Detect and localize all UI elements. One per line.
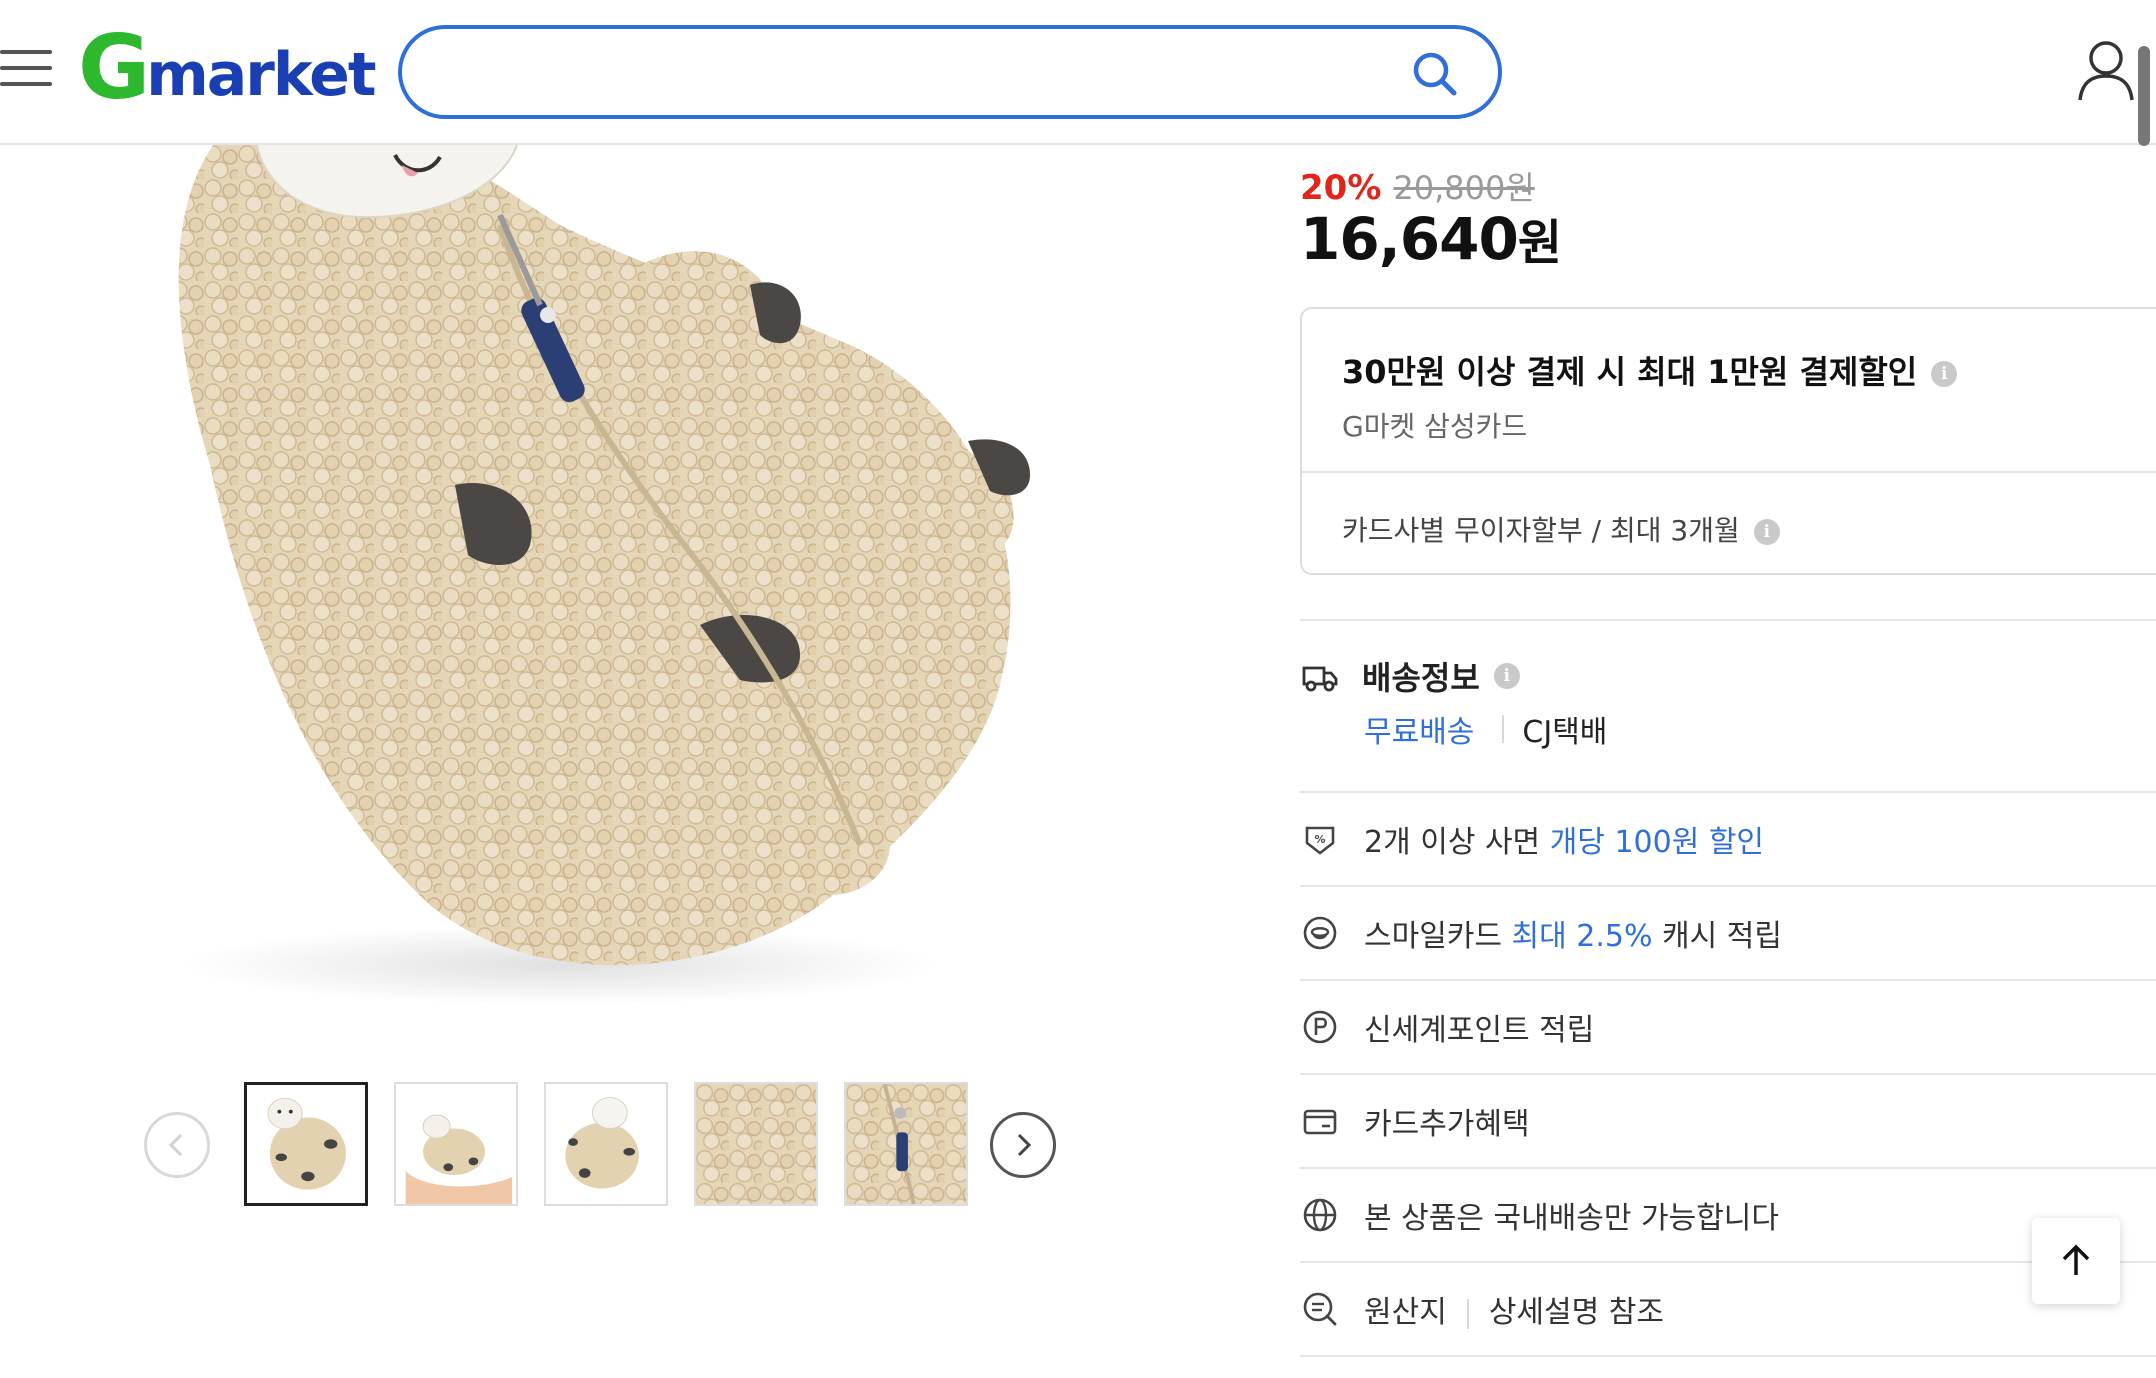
smile-card-row[interactable]: 스마일카드 최대 2.5% 캐시 적립 — [1300, 887, 2156, 979]
thumbnail-sheep-side — [546, 1084, 666, 1204]
shinsegae-point-text: 신세계포인트 적립 — [1364, 1013, 1595, 1048]
origin-search-icon — [1300, 1289, 1340, 1329]
promo-title-text: 30만원 이상 결제 시 최대 1만원 결제할인 — [1342, 353, 1918, 391]
sale-price-number: 16,640 — [1300, 205, 1519, 273]
search-icon[interactable] — [1410, 49, 1460, 99]
thumbnail-fleece-texture — [696, 1084, 816, 1204]
divider — [1300, 619, 2156, 621]
chevron-left-icon — [168, 1133, 183, 1157]
thumbnail-3[interactable] — [544, 1082, 668, 1206]
sale-price-unit: 원 — [1517, 215, 1562, 271]
info-icon[interactable]: i — [1931, 361, 1958, 387]
installment-text: 카드사별 무이자할부 / 최대 3개월 — [1342, 514, 1740, 547]
chevron-right-icon — [1017, 1133, 1032, 1157]
gmarket-logo[interactable]: G market — [78, 16, 377, 119]
multi-buy-text: 2개 이상 사면 개당 100원 할인 — [1364, 817, 1764, 861]
smile-suffix: 캐시 적립 — [1652, 919, 1782, 954]
shipping-title: 배송정보 — [1362, 659, 1480, 697]
thumbnail-carousel — [144, 1080, 1060, 1208]
promo-divider — [1302, 471, 2156, 473]
info-icon[interactable]: i — [1753, 519, 1780, 545]
separator — [1466, 1298, 1469, 1329]
card-extra-benefit-text: 카드추가혜택 — [1364, 1107, 1530, 1142]
shinsegae-point-row[interactable]: 신세계포인트 적립 — [1300, 981, 2156, 1073]
thumbnail-2[interactable] — [394, 1082, 518, 1206]
thumbnail-next-button[interactable] — [990, 1112, 1056, 1178]
divider — [1300, 1355, 2156, 1357]
page-scrollbar[interactable] — [2138, 46, 2150, 146]
origin-text: 원산지 상세설명 참조 — [1364, 1287, 1664, 1331]
thumbnail-sheep-front — [247, 1085, 365, 1203]
origin-label: 원산지 — [1364, 1295, 1447, 1330]
sheep-plush-illustration — [178, 145, 1030, 1005]
thumbnail-1[interactable] — [244, 1082, 368, 1206]
globe-icon — [1300, 1195, 1340, 1235]
card-extra-benefit-row[interactable]: 카드추가혜택 — [1300, 1075, 2156, 1167]
top-header: G market — [0, 0, 2156, 146]
sale-price: 16,640원 — [1300, 203, 1562, 273]
thumbnail-5[interactable] — [844, 1082, 968, 1206]
free-shipping-link[interactable]: 무료배송 — [1364, 707, 1474, 751]
promo-card-name: G마켓 삼성카드 — [1342, 410, 1528, 443]
smile-prefix: 스마일카드 — [1364, 919, 1512, 954]
smile-highlight: 최대 2.5% — [1511, 919, 1653, 954]
truck-icon — [1302, 666, 1338, 692]
thumbnail-sheep-in-hands — [396, 1084, 516, 1204]
multi-buy-discount-row[interactable]: % 2개 이상 사면 개당 100원 할인 — [1300, 793, 2156, 885]
shipping-header: 배송정보 i — [1300, 653, 1520, 699]
user-icon[interactable] — [2076, 38, 2136, 104]
domestic-shipping-row: 본 상품은 국내배송만 가능합니다 — [1300, 1169, 2156, 1261]
product-page: G market 20% 20,800원 16,640원 30만원 이상 결제 … — [0, 0, 2156, 1378]
multi-buy-prefix: 2개 이상 사면 — [1364, 825, 1550, 860]
menu-icon[interactable] — [0, 50, 52, 90]
separator — [1502, 715, 1505, 743]
thumbnail-prev-button[interactable] — [144, 1112, 210, 1178]
origin-value: 상세설명 참조 — [1488, 1295, 1664, 1330]
smile-card-icon — [1300, 913, 1340, 953]
shipping-detail: 무료배송 CJ택배 — [1364, 707, 1607, 751]
origin-row: 원산지 상세설명 참조 — [1300, 1263, 2156, 1355]
point-p-icon — [1300, 1007, 1340, 1047]
product-main-image[interactable] — [0, 145, 1250, 1045]
search-bar[interactable] — [398, 25, 1502, 119]
installment-info: 카드사별 무이자할부 / 최대 3개월 i — [1342, 509, 1780, 549]
card-icon — [1300, 1101, 1340, 1141]
discount-tag-icon: % — [1300, 819, 1340, 859]
multi-buy-highlight: 개당 100원 할인 — [1549, 825, 1765, 860]
info-icon[interactable]: i — [1493, 663, 1520, 689]
arrow-up-icon — [2062, 1244, 2090, 1275]
domestic-shipping-text: 본 상품은 국내배송만 가능합니다 — [1364, 1201, 1780, 1236]
smile-card-text: 스마일카드 최대 2.5% 캐시 적립 — [1364, 911, 1782, 955]
discount-rate: 20% — [1300, 168, 1382, 208]
courier-name: CJ택배 — [1522, 715, 1608, 750]
promo-title: 30만원 이상 결제 시 최대 1만원 결제할인 i — [1342, 347, 1958, 393]
product-info-panel: 20% 20,800원 16,640원 30만원 이상 결제 시 최대 1만원 … — [1300, 145, 2156, 1378]
scroll-top-button[interactable] — [2032, 1218, 2120, 1304]
search-input[interactable] — [438, 47, 1398, 97]
thumbnail-4[interactable] — [694, 1082, 818, 1206]
card-promo-box[interactable]: 30만원 이상 결제 시 최대 1만원 결제할인 i G마켓 삼성카드 카드사별 … — [1300, 307, 2156, 575]
logo-market: market — [146, 40, 376, 110]
svg-text:%: % — [1314, 833, 1325, 846]
logo-g: G — [78, 16, 150, 119]
thumbnail-zipper — [846, 1084, 966, 1204]
